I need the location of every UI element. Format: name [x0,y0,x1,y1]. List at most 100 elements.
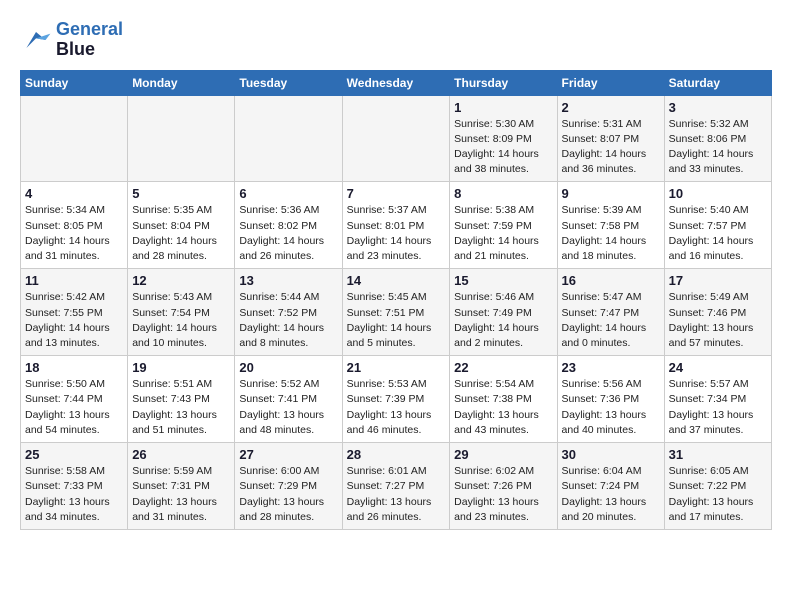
weekday-header-tuesday: Tuesday [235,70,342,95]
day-info: Sunrise: 5:31 AM Sunset: 8:07 PM Dayligh… [562,117,660,178]
calendar-cell [128,95,235,182]
calendar-cell: 9 Sunrise: 5:39 AM Sunset: 7:58 PM Daylig… [557,182,664,269]
day-number: 20 [239,360,337,375]
day-info: Sunrise: 6:05 AM Sunset: 7:22 PM Dayligh… [669,464,767,525]
calendar-cell: 24Sunrise: 5:57 AM Sunset: 7:34 PM Dayli… [664,356,771,443]
day-number: 18 [25,360,123,375]
logo: General Blue [20,20,123,60]
day-number: 6 [239,186,337,201]
calendar-cell: 1 Sunrise: 5:30 AM Sunset: 8:09 PM Daylig… [450,95,557,182]
calendar-cell: 26 Sunrise: 5:59 AM Sunset: 7:31 PM Dayli… [128,443,235,530]
calendar-cell [342,95,450,182]
calendar-cell: 4 Sunrise: 5:34 AM Sunset: 8:05 PM Daylig… [21,182,128,269]
calendar-cell: 22 Sunrise: 5:54 AM Sunset: 7:38 PM Dayli… [450,356,557,443]
calendar-header: SundayMondayTuesdayWednesdayThursdayFrid… [21,70,772,95]
calendar-cell [21,95,128,182]
day-info: Sunrise: 6:01 AM Sunset: 7:27 PM Dayligh… [347,464,446,525]
calendar-cell: 25 Sunrise: 5:58 AM Sunset: 7:33 PM Dayli… [21,443,128,530]
day-number: 7 [347,186,446,201]
calendar-week-1: 1 Sunrise: 5:30 AM Sunset: 8:09 PM Daylig… [21,95,772,182]
calendar-week-3: 11Sunrise: 5:42 AM Sunset: 7:55 PM Dayli… [21,269,772,356]
day-number: 3 [669,100,767,115]
day-number: 22 [454,360,552,375]
calendar-cell: 6Sunrise: 5:36 AM Sunset: 8:02 PM Daylig… [235,182,342,269]
logo-text: General Blue [56,20,123,60]
day-info: Sunrise: 5:38 AM Sunset: 7:59 PM Dayligh… [454,203,552,264]
day-number: 1 [454,100,552,115]
calendar-cell: 18 Sunrise: 5:50 AM Sunset: 7:44 PM Dayli… [21,356,128,443]
day-info: Sunrise: 5:39 AM Sunset: 7:58 PM Dayligh… [562,203,660,264]
calendar-body: 1 Sunrise: 5:30 AM Sunset: 8:09 PM Daylig… [21,95,772,529]
calendar-week-2: 4 Sunrise: 5:34 AM Sunset: 8:05 PM Daylig… [21,182,772,269]
calendar-cell: 11Sunrise: 5:42 AM Sunset: 7:55 PM Dayli… [21,269,128,356]
calendar-cell: 5Sunrise: 5:35 AM Sunset: 8:04 PM Daylig… [128,182,235,269]
calendar-cell: 21Sunrise: 5:53 AM Sunset: 7:39 PM Dayli… [342,356,450,443]
weekday-header-wednesday: Wednesday [342,70,450,95]
calendar-cell: 30Sunrise: 6:04 AM Sunset: 7:24 PM Dayli… [557,443,664,530]
day-info: Sunrise: 5:57 AM Sunset: 7:34 PM Dayligh… [669,377,767,438]
day-info: Sunrise: 5:50 AM Sunset: 7:44 PM Dayligh… [25,377,123,438]
day-info: Sunrise: 5:52 AM Sunset: 7:41 PM Dayligh… [239,377,337,438]
day-info: Sunrise: 5:43 AM Sunset: 7:54 PM Dayligh… [132,290,230,351]
calendar-cell: 29 Sunrise: 6:02 AM Sunset: 7:26 PM Dayli… [450,443,557,530]
day-info: Sunrise: 5:34 AM Sunset: 8:05 PM Dayligh… [25,203,123,264]
calendar-cell: 23 Sunrise: 5:56 AM Sunset: 7:36 PM Dayli… [557,356,664,443]
calendar-cell [235,95,342,182]
weekday-header-friday: Friday [557,70,664,95]
day-number: 12 [132,273,230,288]
day-number: 31 [669,447,767,462]
day-number: 11 [25,273,123,288]
logo-icon [20,24,52,56]
day-info: Sunrise: 5:58 AM Sunset: 7:33 PM Dayligh… [25,464,123,525]
calendar-cell: 2 Sunrise: 5:31 AM Sunset: 8:07 PM Daylig… [557,95,664,182]
calendar-cell: 15Sunrise: 5:46 AM Sunset: 7:49 PM Dayli… [450,269,557,356]
day-number: 2 [562,100,660,115]
day-info: Sunrise: 5:54 AM Sunset: 7:38 PM Dayligh… [454,377,552,438]
day-info: Sunrise: 6:04 AM Sunset: 7:24 PM Dayligh… [562,464,660,525]
calendar-cell: 16 Sunrise: 5:47 AM Sunset: 7:47 PM Dayli… [557,269,664,356]
weekday-header-monday: Monday [128,70,235,95]
day-number: 27 [239,447,337,462]
calendar-cell: 10 Sunrise: 5:40 AM Sunset: 7:57 PM Dayli… [664,182,771,269]
calendar-table: SundayMondayTuesdayWednesdayThursdayFrid… [20,70,772,530]
calendar-cell: 12 Sunrise: 5:43 AM Sunset: 7:54 PM Dayli… [128,269,235,356]
day-number: 8 [454,186,552,201]
day-number: 16 [562,273,660,288]
day-info: Sunrise: 5:37 AM Sunset: 8:01 PM Dayligh… [347,203,446,264]
day-number: 13 [239,273,337,288]
calendar-cell: 28Sunrise: 6:01 AM Sunset: 7:27 PM Dayli… [342,443,450,530]
day-info: Sunrise: 5:59 AM Sunset: 7:31 PM Dayligh… [132,464,230,525]
day-number: 4 [25,186,123,201]
day-info: Sunrise: 5:32 AM Sunset: 8:06 PM Dayligh… [669,117,767,178]
day-number: 29 [454,447,552,462]
calendar-week-5: 25 Sunrise: 5:58 AM Sunset: 7:33 PM Dayli… [21,443,772,530]
day-info: Sunrise: 5:30 AM Sunset: 8:09 PM Dayligh… [454,117,552,178]
calendar-cell: 8 Sunrise: 5:38 AM Sunset: 7:59 PM Daylig… [450,182,557,269]
day-number: 15 [454,273,552,288]
weekday-header-row: SundayMondayTuesdayWednesdayThursdayFrid… [21,70,772,95]
day-info: Sunrise: 6:00 AM Sunset: 7:29 PM Dayligh… [239,464,337,525]
calendar-cell: 31 Sunrise: 6:05 AM Sunset: 7:22 PM Dayli… [664,443,771,530]
calendar-cell: 27 Sunrise: 6:00 AM Sunset: 7:29 PM Dayli… [235,443,342,530]
day-info: Sunrise: 5:45 AM Sunset: 7:51 PM Dayligh… [347,290,446,351]
day-number: 9 [562,186,660,201]
day-number: 23 [562,360,660,375]
day-info: Sunrise: 5:51 AM Sunset: 7:43 PM Dayligh… [132,377,230,438]
day-number: 25 [25,447,123,462]
day-info: Sunrise: 5:56 AM Sunset: 7:36 PM Dayligh… [562,377,660,438]
weekday-header-thursday: Thursday [450,70,557,95]
page-header: General Blue [20,20,772,60]
calendar-cell: 14 Sunrise: 5:45 AM Sunset: 7:51 PM Dayli… [342,269,450,356]
weekday-header-saturday: Saturday [664,70,771,95]
day-info: Sunrise: 6:02 AM Sunset: 7:26 PM Dayligh… [454,464,552,525]
day-info: Sunrise: 5:53 AM Sunset: 7:39 PM Dayligh… [347,377,446,438]
day-info: Sunrise: 5:47 AM Sunset: 7:47 PM Dayligh… [562,290,660,351]
calendar-cell: 17Sunrise: 5:49 AM Sunset: 7:46 PM Dayli… [664,269,771,356]
day-number: 26 [132,447,230,462]
day-number: 10 [669,186,767,201]
day-info: Sunrise: 5:40 AM Sunset: 7:57 PM Dayligh… [669,203,767,264]
calendar-week-4: 18 Sunrise: 5:50 AM Sunset: 7:44 PM Dayli… [21,356,772,443]
day-info: Sunrise: 5:35 AM Sunset: 8:04 PM Dayligh… [132,203,230,264]
day-number: 14 [347,273,446,288]
day-number: 17 [669,273,767,288]
